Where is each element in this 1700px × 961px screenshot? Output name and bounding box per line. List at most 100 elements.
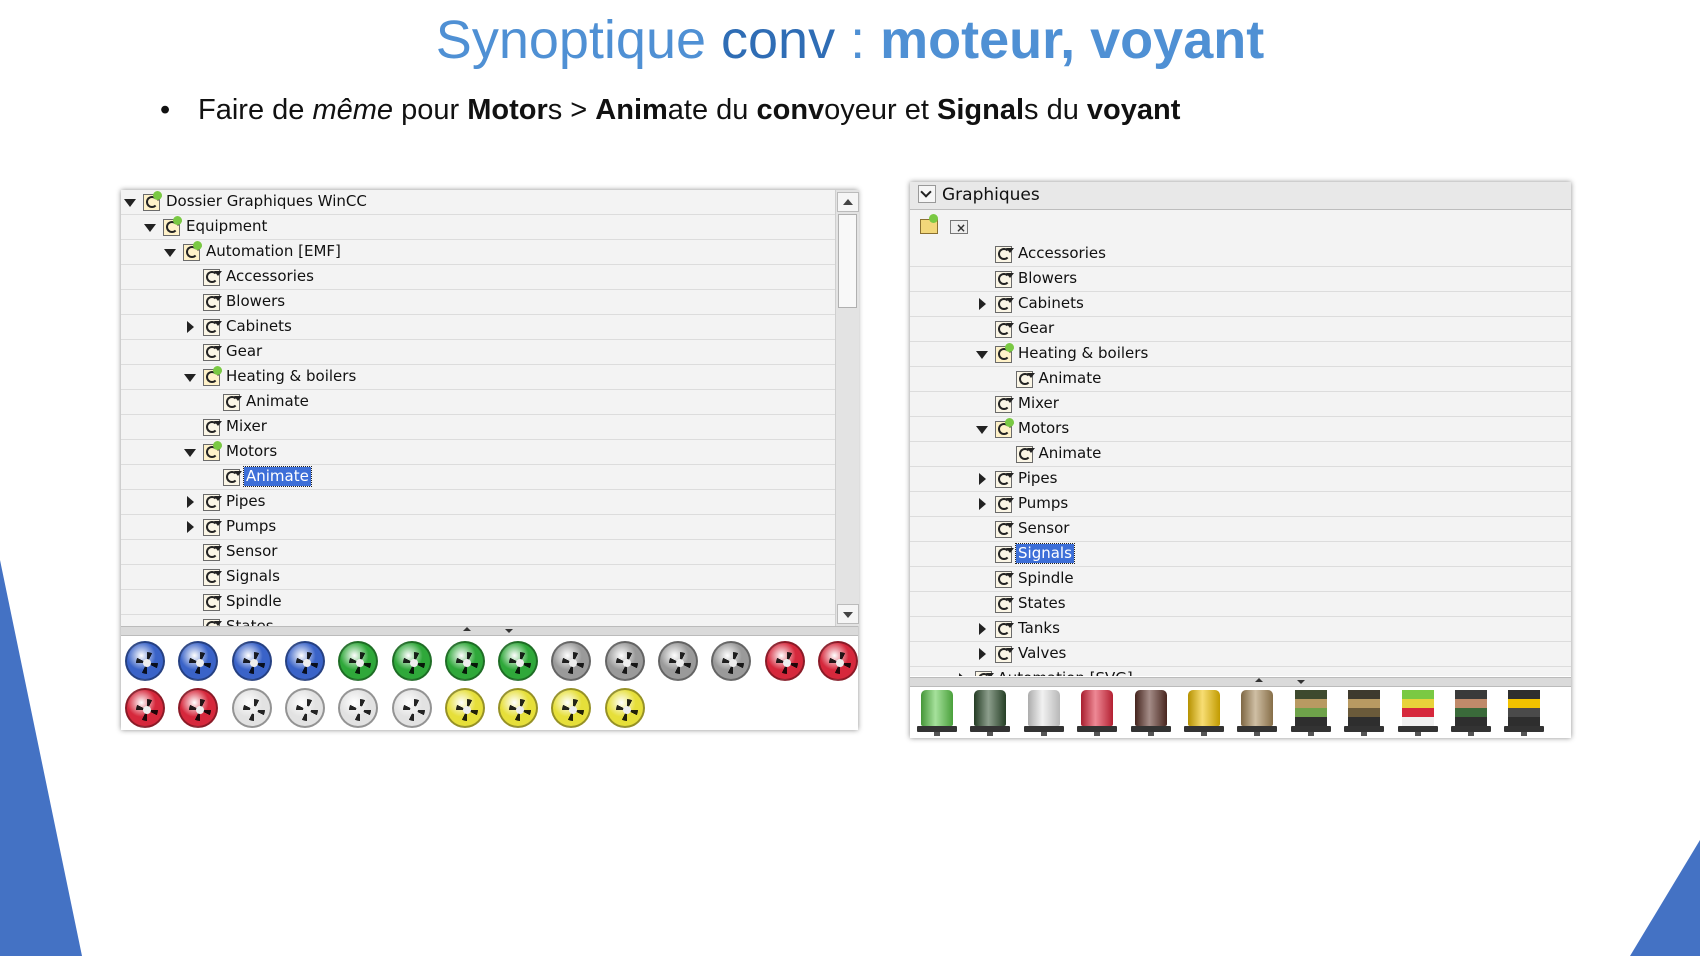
- left-splitter[interactable]: [121, 626, 858, 636]
- fan-blue-icon[interactable]: [231, 641, 272, 681]
- tree-row[interactable]: Sensor: [121, 540, 835, 565]
- tree-row[interactable]: Blowers: [121, 290, 835, 315]
- new-folder-icon[interactable]: [918, 214, 940, 236]
- collapse-arrow-icon[interactable]: [958, 673, 966, 676]
- tree-row[interactable]: Gear: [910, 317, 1571, 342]
- collapse-arrow-icon[interactable]: [979, 473, 986, 485]
- tree-row[interactable]: Mixer: [910, 392, 1571, 417]
- expand-arrow-icon[interactable]: [164, 249, 176, 257]
- fan-green-icon[interactable]: [498, 641, 539, 681]
- tree-row[interactable]: States: [910, 592, 1571, 617]
- collapse-arrow-icon[interactable]: [979, 298, 986, 310]
- signal-light-darkgreen-icon[interactable]: [970, 690, 1011, 736]
- tree-row[interactable]: Tanks: [910, 617, 1571, 642]
- tree-row[interactable]: Automation [EMF]: [121, 240, 835, 265]
- folder-special-icon: [142, 191, 162, 211]
- tree-row[interactable]: Accessories: [121, 265, 835, 290]
- signal-light-white-icon[interactable]: [1023, 690, 1064, 736]
- fan-green-icon[interactable]: [391, 641, 432, 681]
- tree-row[interactable]: States: [121, 615, 835, 626]
- tree-row[interactable]: Animate: [121, 465, 835, 490]
- tree-row[interactable]: Animate: [121, 390, 835, 415]
- signal-tower-icon[interactable]: [1344, 690, 1385, 736]
- tree-row[interactable]: Cabinets: [910, 292, 1571, 317]
- collapse-arrow-icon[interactable]: [187, 321, 194, 333]
- fan-white-icon[interactable]: [231, 688, 272, 728]
- signal-light-green-icon[interactable]: [917, 690, 957, 736]
- fan-white-icon[interactable]: [338, 688, 379, 728]
- signal-tower-icon[interactable]: [1290, 690, 1331, 736]
- scroll-up-button[interactable]: [837, 192, 859, 212]
- fan-blue-icon[interactable]: [178, 641, 219, 681]
- tree-row[interactable]: Signals: [910, 542, 1571, 567]
- fan-grey-icon[interactable]: [604, 641, 645, 681]
- fan-blue-icon[interactable]: [284, 641, 325, 681]
- scroll-thumb[interactable]: [838, 214, 857, 308]
- expand-arrow-icon[interactable]: [184, 374, 196, 382]
- tree-row[interactable]: Animate: [910, 367, 1571, 392]
- collapse-arrow-icon[interactable]: [187, 496, 194, 508]
- fan-yellow-icon[interactable]: [551, 688, 592, 728]
- collapse-chevron-icon[interactable]: [918, 185, 936, 203]
- fan-yellow-icon[interactable]: [444, 688, 485, 728]
- fan-red-icon[interactable]: [817, 641, 858, 681]
- fan-red-icon[interactable]: [764, 641, 805, 681]
- fan-yellow-icon[interactable]: [498, 688, 539, 728]
- delete-folder-icon[interactable]: ×: [948, 214, 970, 236]
- signal-light-tan-icon[interactable]: [1237, 690, 1278, 736]
- tree-row[interactable]: Blowers: [910, 267, 1571, 292]
- tree-row[interactable]: Pipes: [121, 490, 835, 515]
- scroll-down-button[interactable]: [837, 604, 859, 624]
- collapse-arrow-icon[interactable]: [979, 623, 986, 635]
- tree-row[interactable]: Animate: [910, 442, 1571, 467]
- collapse-arrow-icon[interactable]: [979, 648, 986, 660]
- signal-light-red-icon[interactable]: [1077, 690, 1118, 736]
- tree-row[interactable]: Sensor: [910, 517, 1571, 542]
- tree-row[interactable]: Equipment: [121, 215, 835, 240]
- left-vertical-scrollbar[interactable]: [835, 190, 859, 626]
- fan-white-icon[interactable]: [391, 688, 432, 728]
- tree-row[interactable]: Valves: [910, 642, 1571, 667]
- tree-row[interactable]: Spindle: [910, 567, 1571, 592]
- fan-grey-icon[interactable]: [551, 641, 592, 681]
- fan-green-icon[interactable]: [338, 641, 379, 681]
- fan-red-icon[interactable]: [125, 688, 165, 728]
- right-splitter[interactable]: [910, 677, 1571, 687]
- tree-row[interactable]: Pipes: [910, 467, 1571, 492]
- tree-row[interactable]: Automation [SVG]: [910, 667, 1571, 676]
- signal-tower-icon[interactable]: [1504, 690, 1545, 736]
- signal-tower-icon[interactable]: [1397, 690, 1438, 736]
- tree-row[interactable]: Motors: [121, 440, 835, 465]
- tree-row[interactable]: Spindle: [121, 590, 835, 615]
- signal-light-brown-icon[interactable]: [1130, 690, 1171, 736]
- fan-white-icon[interactable]: [284, 688, 325, 728]
- tree-row[interactable]: Dossier Graphiques WinCC: [121, 190, 835, 215]
- tree-row[interactable]: Heating & boilers: [121, 365, 835, 390]
- tree-row[interactable]: Pumps: [910, 492, 1571, 517]
- tree-item-label: Spindle: [1018, 569, 1074, 587]
- tree-row[interactable]: Mixer: [121, 415, 835, 440]
- tree-row[interactable]: Pumps: [121, 515, 835, 540]
- fan-grey-icon[interactable]: [658, 641, 698, 681]
- title-part-3: :: [835, 10, 881, 70]
- tree-row[interactable]: Accessories: [910, 242, 1571, 267]
- signal-light-yellow-icon[interactable]: [1184, 690, 1224, 736]
- expand-arrow-icon[interactable]: [144, 224, 156, 232]
- fan-green-icon[interactable]: [444, 641, 485, 681]
- tree-row[interactable]: Motors: [910, 417, 1571, 442]
- collapse-arrow-icon[interactable]: [979, 498, 986, 510]
- fan-red-icon[interactable]: [178, 688, 219, 728]
- fan-blue-icon[interactable]: [125, 641, 165, 681]
- collapse-arrow-icon[interactable]: [187, 521, 194, 533]
- expand-arrow-icon[interactable]: [976, 426, 988, 434]
- expand-arrow-icon[interactable]: [976, 351, 988, 359]
- tree-row[interactable]: Heating & boilers: [910, 342, 1571, 367]
- tree-row[interactable]: Cabinets: [121, 315, 835, 340]
- tree-row[interactable]: Gear: [121, 340, 835, 365]
- tree-row[interactable]: Signals: [121, 565, 835, 590]
- fan-grey-icon[interactable]: [711, 641, 752, 681]
- expand-arrow-icon[interactable]: [124, 199, 136, 207]
- expand-arrow-icon[interactable]: [184, 449, 196, 457]
- fan-yellow-icon[interactable]: [604, 688, 645, 728]
- signal-tower-icon[interactable]: [1451, 690, 1491, 736]
